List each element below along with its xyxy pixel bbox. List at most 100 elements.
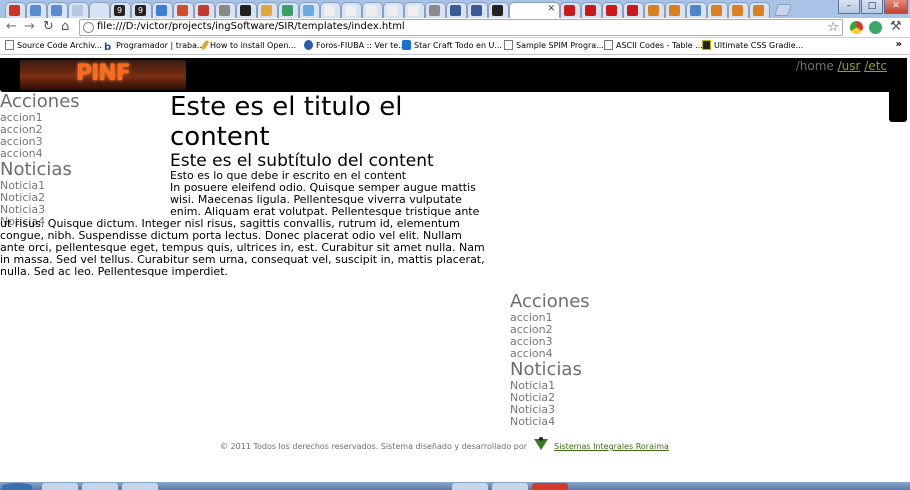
- maximize-button[interactable]: □: [861, 0, 883, 14]
- start-orb-icon[interactable]: [2, 483, 32, 490]
- browser-tab[interactable]: [602, 2, 623, 18]
- bookmark-item[interactable]: Star Craft Todo en U...: [402, 40, 502, 52]
- tab-favicon-icon: [627, 5, 638, 16]
- bookmark-star-icon[interactable]: ☆: [827, 20, 839, 35]
- green-extension-icon[interactable]: [869, 21, 882, 34]
- tab-favicon-icon: [156, 5, 167, 16]
- bookmark-label: Foros-FIUBA :: Ver te...: [316, 41, 406, 50]
- browser-tab[interactable]: [686, 2, 707, 18]
- forward-arrow-icon[interactable]: →: [24, 20, 35, 34]
- bookmarks-bar: Source Code Archiv... b Programador | trab…: [0, 38, 910, 55]
- bookmark-item[interactable]: b Programador | traba...: [104, 40, 205, 53]
- site-header: PINF /home /usr /etc: [0, 58, 907, 92]
- bookmark-item[interactable]: How to install Open...: [200, 39, 297, 52]
- footer-firm-link[interactable]: Sistemas Integrales Roraima: [554, 442, 669, 451]
- bookmark-label: ASCII Codes - Table ...: [616, 41, 703, 50]
- tab-favicon-icon: [585, 5, 596, 16]
- chrome-extension-icon[interactable]: [850, 21, 863, 34]
- browser-tab[interactable]: [26, 2, 47, 18]
- acciones-heading: Acciones: [510, 291, 590, 312]
- new-tab-button[interactable]: [774, 4, 792, 16]
- sidebar-right: Acciones accion1 accion2 accion3 accion4 No…: [510, 292, 670, 428]
- taskbar-app-button[interactable]: [122, 483, 158, 490]
- taskbar-app-button[interactable]: [492, 483, 528, 490]
- browser-tab[interactable]: [560, 2, 581, 18]
- browser-tab[interactable]: [68, 2, 89, 18]
- page-icon: [83, 22, 94, 33]
- browser-tab[interactable]: [488, 2, 509, 18]
- bookmark-item[interactable]: Source Code Archiv...: [5, 40, 102, 52]
- browser-tab[interactable]: [404, 2, 425, 18]
- browser-tab[interactable]: [215, 2, 236, 18]
- taskbar-app-button[interactable]: [42, 483, 78, 490]
- tab-favicon-icon: [72, 5, 83, 16]
- browser-tab[interactable]: [278, 2, 299, 18]
- browser-tab[interactable]: [152, 2, 173, 18]
- os-taskbar: [0, 482, 910, 490]
- bookmark-label: How to install Open...: [210, 41, 297, 50]
- tab-favicon-icon: 9: [135, 5, 146, 16]
- home-icon[interactable]: ⌂: [61, 20, 69, 34]
- main-content: Este es el titulo el content Este es el …: [0, 92, 486, 278]
- browser-tab[interactable]: [257, 2, 278, 18]
- tab-favicon-icon: [282, 5, 293, 16]
- browser-tab[interactable]: [194, 2, 215, 18]
- browser-tab[interactable]: [173, 2, 194, 18]
- browser-tab[interactable]: [383, 2, 404, 18]
- browser-tab[interactable]: [5, 2, 26, 18]
- browser-tab[interactable]: [47, 2, 68, 18]
- browser-tab[interactable]: [467, 2, 488, 18]
- browser-tab[interactable]: [362, 2, 383, 18]
- browser-tab[interactable]: [341, 2, 362, 18]
- bookmark-label: Programador | traba...: [116, 41, 205, 50]
- close-tab-icon[interactable]: ✕: [547, 4, 555, 14]
- bookmark-item[interactable]: Ultimate CSS Gradie...: [702, 40, 803, 52]
- browser-tab[interactable]: [707, 2, 728, 18]
- minimize-button[interactable]: –: [838, 0, 860, 14]
- browser-tab[interactable]: [581, 2, 602, 18]
- reload-icon[interactable]: ↻: [43, 20, 54, 34]
- browser-tab[interactable]: 9: [110, 2, 131, 18]
- tab-favicon-icon: [408, 5, 419, 16]
- noticias-list: Noticia1 Noticia2 Noticia3 Noticia4: [510, 380, 670, 428]
- browser-tab[interactable]: [236, 2, 257, 18]
- browser-tab[interactable]: [89, 2, 110, 18]
- browser-tab[interactable]: [446, 2, 467, 18]
- breadcrumb-link-usr[interactable]: /usr: [838, 59, 861, 73]
- web-page: PINF /home /usr /etc Acciones accion1 acc…: [0, 55, 910, 482]
- browser-tab[interactable]: [623, 2, 644, 18]
- tab-favicon-icon: [240, 5, 251, 16]
- browser-tab-strip: 9 9 ✕ – □ ✕: [0, 0, 910, 18]
- browser-tab[interactable]: [320, 2, 341, 18]
- tab-favicon-icon: 9: [114, 5, 125, 16]
- browser-tab[interactable]: [665, 2, 686, 18]
- bookmark-item[interactable]: ASCII Codes - Table ...: [604, 40, 703, 52]
- back-arrow-icon[interactable]: ←: [6, 20, 17, 34]
- taskbar-app-button[interactable]: [82, 483, 118, 490]
- noticia-link[interactable]: Noticia4: [510, 416, 670, 428]
- browser-tab[interactable]: [644, 2, 665, 18]
- browser-tab[interactable]: [299, 2, 320, 18]
- tab-favicon-icon: [366, 5, 377, 16]
- bookmark-page-icon: [5, 40, 14, 50]
- site-logo[interactable]: PINF: [20, 60, 186, 90]
- bookmarks-overflow-button[interactable]: »: [896, 39, 902, 50]
- browser-tab[interactable]: 9: [131, 2, 152, 18]
- tab-favicon-icon: [345, 5, 356, 16]
- taskbar-app-button[interactable]: [452, 483, 488, 490]
- breadcrumb-link-etc[interactable]: /etc: [864, 59, 887, 73]
- bookmark-label: Star Craft Todo en U...: [414, 41, 503, 50]
- browser-tab-active[interactable]: ✕: [509, 2, 560, 18]
- wrench-menu-icon[interactable]: ⚒: [890, 20, 902, 34]
- address-url[interactable]: file:///D:/victor/projects/ingSoftware/S…: [97, 21, 405, 32]
- taskbar-app-button[interactable]: [532, 483, 568, 490]
- browser-tab[interactable]: [749, 2, 770, 18]
- close-window-button[interactable]: ✕: [884, 0, 908, 14]
- bookmark-label: Sample SPIM Progra...: [516, 41, 604, 50]
- address-bar[interactable]: file:///D:/victor/projects/ingSoftware/S…: [79, 19, 843, 36]
- bookmark-item[interactable]: Sample SPIM Progra...: [504, 40, 604, 52]
- bookmark-item[interactable]: Foros-FIUBA :: Ver te...: [304, 40, 406, 52]
- browser-tab[interactable]: [425, 2, 446, 18]
- bookmark-blue-icon: [402, 40, 411, 50]
- browser-tab[interactable]: [728, 2, 749, 18]
